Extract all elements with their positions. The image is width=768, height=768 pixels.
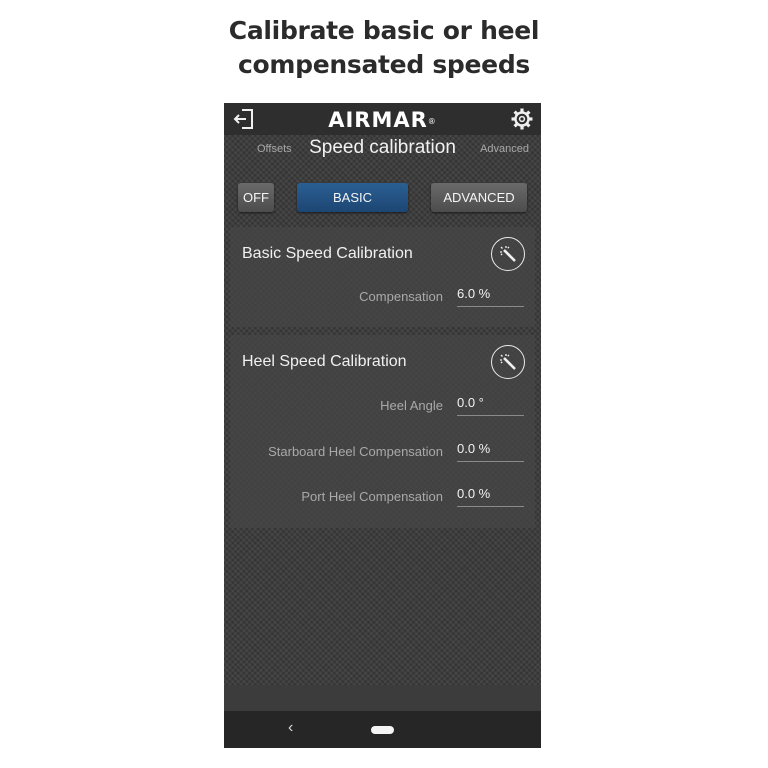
back-button[interactable]: ‹ xyxy=(288,719,293,737)
starboard-heel-label: Starboard Heel Compensation xyxy=(268,444,443,459)
page-caption: Calibrate basic or heel compensated spee… xyxy=(0,14,768,82)
compensation-field[interactable]: 6.0 % xyxy=(457,286,524,307)
heel-angle-label: Heel Angle xyxy=(380,398,443,413)
heel-section-title: Heel Speed Calibration xyxy=(242,353,407,370)
phone-screen: AIRMAR® Offsets Speed calibration Advanc… xyxy=(224,103,541,748)
magic-wand-icon[interactable] xyxy=(491,237,525,271)
basic-section-title: Basic Speed Calibration xyxy=(242,245,413,262)
compensation-label: Compensation xyxy=(359,289,443,304)
app-bottom-strip xyxy=(224,685,541,711)
magic-wand-icon[interactable] xyxy=(491,345,525,379)
airmar-logo: AIRMAR® xyxy=(224,105,541,135)
heel-calibration-section: Heel Speed Calibration Heel Angle 0.0 ° … xyxy=(230,335,535,528)
gear-icon[interactable] xyxy=(508,105,536,133)
off-button[interactable]: OFF xyxy=(238,183,274,212)
basic-button[interactable]: BASIC xyxy=(297,183,408,212)
starboard-heel-field[interactable]: 0.0 % xyxy=(457,441,524,462)
home-button[interactable] xyxy=(371,726,394,734)
caption-line-1: Calibrate basic or heel xyxy=(228,16,540,45)
screen-nav-row: Offsets Speed calibration Advanced xyxy=(224,135,541,163)
heel-angle-field[interactable]: 0.0 ° xyxy=(457,395,524,416)
advanced-button[interactable]: ADVANCED xyxy=(431,183,527,212)
port-heel-label: Port Heel Compensation xyxy=(301,489,443,504)
basic-calibration-section: Basic Speed Calibration Compensation 6.0… xyxy=(230,227,535,327)
port-heel-field[interactable]: 0.0 % xyxy=(457,486,524,507)
registered-mark: ® xyxy=(427,117,437,126)
nav-advanced-link[interactable]: Advanced xyxy=(480,143,529,155)
system-navigation-bar: ‹ xyxy=(224,711,541,748)
app-top-bar: AIRMAR® xyxy=(224,103,541,135)
caption-line-2: compensated speeds xyxy=(237,50,530,79)
logo-text: AIRMAR xyxy=(328,108,428,132)
